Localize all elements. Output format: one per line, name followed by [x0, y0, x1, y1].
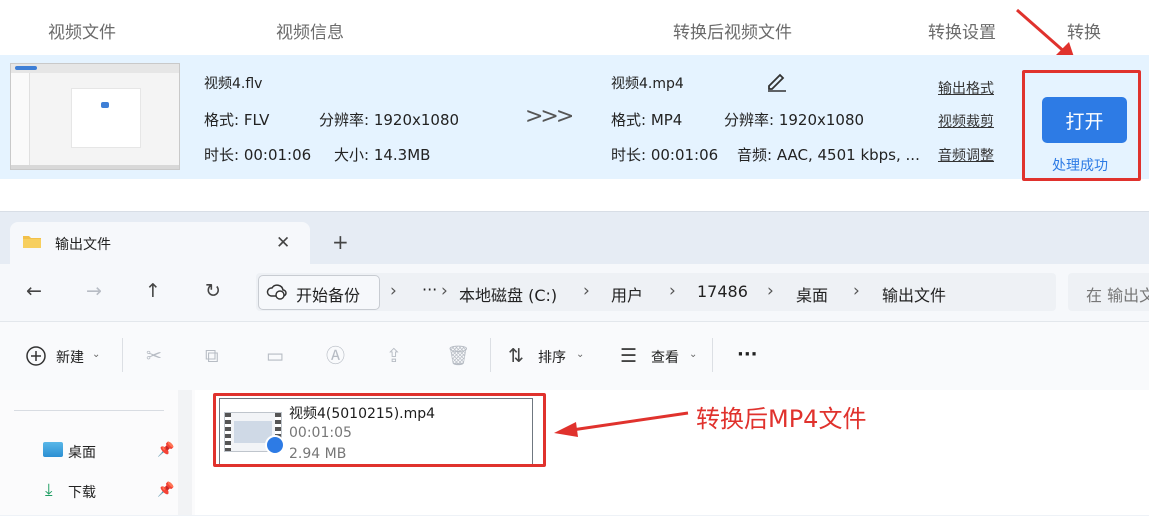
source-format: 格式: FLV — [204, 111, 270, 129]
more-options-icon[interactable]: ··· — [737, 344, 758, 365]
refresh-icon[interactable]: ↻ — [205, 281, 221, 301]
source-file-name: 视频4.flv — [204, 76, 263, 92]
rename-icon[interactable]: Ⓐ — [326, 346, 345, 366]
chevron-right-icon: › — [583, 281, 590, 301]
download-icon: ⤓ — [45, 480, 53, 500]
chevron-right-icon: › — [441, 281, 448, 301]
chevron-right-icon: › — [669, 281, 676, 301]
output-format: 格式: MP4 — [611, 111, 683, 129]
cut-icon[interactable]: ✂ — [146, 346, 162, 366]
pin-icon[interactable]: 📌 — [157, 442, 174, 458]
header-video-info: 视频信息 — [276, 23, 344, 43]
sort-icon[interactable]: ⇅ — [508, 346, 524, 366]
converter-header: 视频文件 视频信息 转换后视频文件 转换设置 转换 — [0, 0, 1149, 55]
new-button[interactable]: 新建 — [56, 347, 84, 367]
nav-item-downloads[interactable]: 下载 — [68, 482, 96, 502]
video-thumbnail — [10, 63, 180, 170]
up-icon[interactable]: ↑ — [145, 281, 161, 301]
video-crop-link[interactable]: 视频裁剪 — [938, 111, 994, 131]
annotation-arrow-file — [554, 411, 689, 437]
breadcrumb-local-disk[interactable]: 本地磁盘 (C:) — [459, 282, 557, 306]
header-video-file: 视频文件 — [48, 23, 116, 43]
desktop-icon — [43, 442, 63, 457]
cloud-sync-icon — [266, 284, 287, 300]
new-icon[interactable] — [25, 345, 47, 367]
header-convert-settings: 转换设置 — [928, 23, 996, 43]
chevron-right-icon: › — [853, 281, 860, 301]
chevron-right-icon: › — [390, 281, 397, 301]
breadcrumb-desktop[interactable]: 桌面 — [796, 282, 828, 306]
audio-adjust-link[interactable]: 音频调整 — [938, 145, 994, 165]
tab-title: 输出文件 — [55, 237, 111, 253]
paste-icon[interactable]: ▭ — [266, 346, 284, 366]
new-tab-icon[interactable]: + — [332, 232, 349, 252]
breadcrumb-ellipsis[interactable]: ··· — [422, 280, 437, 299]
output-audio: 音频: AAC, 4501 kbps, ... — [737, 146, 920, 164]
convert-arrows: >>> — [525, 104, 574, 129]
chevron-right-icon: › — [767, 281, 774, 301]
output-resolution: 分辨率: 1920x1080 — [724, 111, 865, 129]
delete-icon[interactable]: 🗑 — [446, 346, 470, 366]
source-duration: 时长: 00:01:06 — [204, 146, 312, 164]
edit-icon[interactable] — [765, 69, 789, 93]
file-highlight — [213, 393, 546, 467]
chevron-down-icon: ⌄ — [689, 349, 698, 360]
close-tab-icon[interactable]: ✕ — [276, 233, 290, 253]
output-file-name: 视频4.mp4 — [611, 76, 684, 92]
source-size: 大小: 14.3MB — [334, 146, 431, 164]
status-success: 处理成功 — [1052, 158, 1108, 174]
nav-item-desktop[interactable]: 桌面 — [68, 442, 96, 462]
annotation-label: 转换后MP4文件 — [696, 405, 867, 433]
folder-icon — [23, 236, 41, 248]
search-placeholder: 在 输出文 — [1086, 286, 1149, 305]
view-button[interactable]: 查看 — [651, 347, 679, 367]
open-button[interactable]: 打开 — [1042, 97, 1127, 143]
back-icon[interactable]: ← — [26, 281, 42, 301]
copy-icon[interactable]: ⧉ — [205, 346, 219, 366]
breadcrumb-output-folder[interactable]: 输出文件 — [882, 282, 946, 306]
chevron-down-icon: ⌄ — [576, 349, 585, 360]
output-format-link[interactable]: 输出格式 — [938, 78, 994, 98]
nav-divider — [14, 410, 164, 411]
header-converted-file: 转换后视频文件 — [673, 23, 792, 43]
breadcrumb-user-id[interactable]: 17486 — [697, 282, 748, 301]
output-duration: 时长: 00:01:06 — [611, 146, 719, 164]
pin-icon[interactable]: 📌 — [157, 482, 174, 498]
source-resolution: 分辨率: 1920x1080 — [319, 111, 460, 129]
backup-label: 开始备份 — [296, 286, 361, 305]
share-icon[interactable]: ⇪ — [386, 346, 402, 366]
breadcrumb-users[interactable]: 用户 — [611, 282, 643, 306]
command-bar — [0, 321, 1149, 391]
chevron-down-icon: ⌄ — [92, 349, 101, 360]
view-icon[interactable]: ☰ — [620, 346, 637, 366]
forward-icon[interactable]: → — [86, 281, 102, 301]
nav-scrollbar[interactable] — [178, 390, 192, 515]
sort-button[interactable]: 排序 — [538, 347, 566, 367]
